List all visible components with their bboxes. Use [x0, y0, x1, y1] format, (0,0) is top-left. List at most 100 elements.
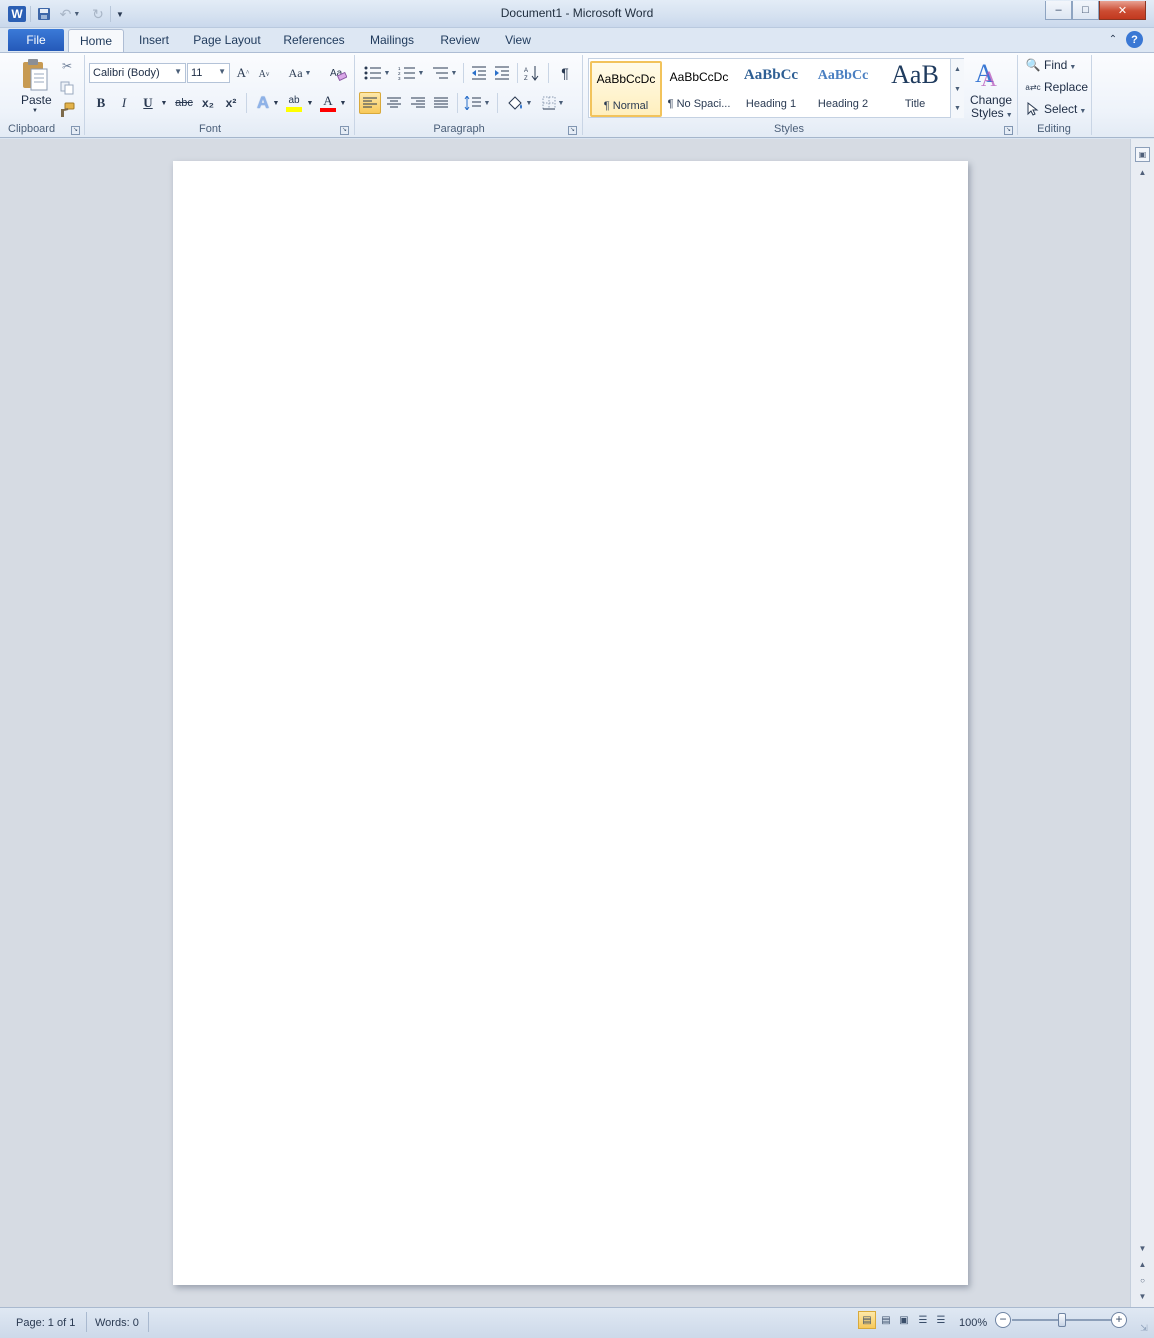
style-no-spacing[interactable]: AaBbCcDc ¶ No Spaci... — [663, 61, 735, 117]
grow-font-icon[interactable]: A ^ — [234, 64, 252, 82]
gallery-scroll-up[interactable]: ▲ — [950, 59, 964, 79]
underline-icon[interactable]: U — [139, 94, 157, 112]
tab-insert[interactable]: Insert — [132, 32, 176, 52]
outline-view-icon[interactable]: ☰ — [914, 1311, 932, 1329]
styles-dialog-launcher[interactable]: ↘ — [1004, 126, 1013, 135]
document-page[interactable] — [173, 161, 968, 1285]
decrease-indent-icon[interactable] — [469, 64, 489, 82]
tab-references[interactable]: References — [280, 32, 348, 52]
svg-text:3: 3 — [398, 76, 401, 80]
page-count-status[interactable]: Page: 1 of 1 — [9, 1313, 82, 1333]
numbering-icon[interactable]: 1 2 3 ▼ — [396, 64, 426, 82]
strikethrough-icon[interactable]: abc — [174, 94, 194, 112]
window-title: Document1 - Microsoft Word — [500, 6, 654, 20]
clear-formatting-icon[interactable]: Aa — [328, 64, 348, 82]
previous-page-icon[interactable]: ▲ — [1135, 1257, 1150, 1272]
justify-icon[interactable] — [431, 93, 451, 113]
view-ruler-icon[interactable]: ▣ — [1135, 147, 1150, 162]
font-dialog-launcher[interactable]: ↘ — [340, 126, 349, 135]
shading-icon[interactable]: ▼ — [504, 93, 534, 113]
vertical-scrollbar[interactable]: ▣ ▲ ▼ ▲ ○ ▼ — [1130, 139, 1154, 1307]
shrink-font-icon[interactable]: Av — [256, 65, 272, 83]
web-layout-view-icon[interactable]: ▣ — [895, 1311, 913, 1329]
style-name: ¶ Normal — [603, 100, 649, 112]
superscript-icon[interactable]: x² — [222, 94, 240, 112]
align-right-icon[interactable] — [408, 93, 428, 113]
font-size-value: 11 — [191, 67, 203, 79]
sort-icon[interactable]: AZ — [522, 64, 542, 82]
next-page-icon[interactable]: ▼ — [1135, 1289, 1150, 1304]
select-browse-object-icon[interactable]: ○ — [1135, 1273, 1150, 1288]
select-icon[interactable] — [1024, 101, 1042, 117]
gallery-scroll-down[interactable]: ▼ — [950, 79, 964, 99]
full-screen-reading-view-icon[interactable]: ▤ — [877, 1311, 895, 1329]
paste-button-label[interactable]: Paste — [21, 93, 52, 107]
text-effects-dropdown-icon[interactable]: ▼ — [272, 98, 280, 108]
style-title[interactable]: AaB Title — [879, 60, 951, 117]
font-color-dropdown-icon[interactable]: ▼ — [339, 98, 347, 108]
print-layout-view-icon[interactable]: ▤ — [858, 1311, 876, 1329]
find-button[interactable]: Find ▼ — [1044, 58, 1076, 72]
word-count-status[interactable]: Words: 0 — [88, 1313, 146, 1333]
tab-view[interactable]: View — [500, 32, 536, 52]
paste-dropdown-icon[interactable]: ▼ — [30, 107, 40, 115]
scroll-up-icon[interactable]: ▲ — [1135, 165, 1150, 180]
restore-button[interactable]: □ — [1072, 1, 1099, 20]
select-button[interactable]: Select ▼ — [1044, 102, 1086, 116]
underline-dropdown-icon[interactable]: ▼ — [160, 98, 168, 108]
line-spacing-icon[interactable]: ▼ — [463, 93, 491, 113]
font-family-combo[interactable]: Calibri (Body) ▼ — [89, 63, 186, 83]
subscript-icon[interactable]: x₂ — [199, 94, 217, 112]
title-bar: W ↶ ▼ ↻ ▼ Document1 - Microsoft Word – □ … — [0, 0, 1154, 28]
highlight-dropdown-icon[interactable]: ▼ — [306, 98, 314, 108]
style-preview: AaBbCcDc — [669, 70, 729, 84]
zoom-in-icon[interactable]: + — [1111, 1312, 1127, 1328]
close-button[interactable]: ✕ — [1099, 1, 1146, 20]
tab-mailings[interactable]: Mailings — [364, 32, 420, 52]
scroll-down-icon[interactable]: ▼ — [1135, 1241, 1150, 1256]
change-styles-label[interactable]: Change — [970, 93, 1012, 107]
help-icon[interactable]: ? — [1126, 31, 1143, 48]
tab-file[interactable]: File — [8, 29, 64, 51]
cut-icon[interactable]: ✂ — [58, 57, 76, 75]
change-styles-icon[interactable]: AA — [972, 57, 1006, 91]
italic-icon[interactable]: I — [115, 94, 133, 112]
zoom-slider-thumb[interactable] — [1058, 1313, 1066, 1327]
change-case-icon[interactable]: Aa ▼ — [287, 64, 313, 82]
font-color-icon[interactable]: A — [318, 93, 338, 113]
style-heading-1[interactable]: AaBbCc Heading 1 — [735, 61, 807, 117]
align-center-icon[interactable] — [384, 93, 404, 113]
increase-indent-icon[interactable] — [492, 64, 512, 82]
highlight-icon[interactable]: ab — [284, 93, 304, 113]
multilevel-list-icon[interactable]: ▼ — [430, 64, 458, 82]
bold-icon[interactable]: B — [92, 94, 110, 112]
draft-view-icon[interactable]: ☰ — [932, 1311, 950, 1329]
replace-button[interactable]: Replace — [1044, 80, 1088, 94]
resize-grip-icon[interactable]: ⇲ — [1138, 1322, 1150, 1334]
copy-icon[interactable] — [58, 79, 76, 97]
tab-review[interactable]: Review — [436, 32, 484, 52]
bullets-icon[interactable]: ▼ — [362, 64, 392, 82]
style-heading-2[interactable]: AaBbCc Heading 2 — [807, 61, 879, 117]
show-hide-icon[interactable]: ¶ — [556, 64, 574, 82]
clipboard-dialog-launcher[interactable]: ↘ — [71, 126, 80, 135]
minimize-button[interactable]: – — [1045, 1, 1072, 20]
zoom-out-icon[interactable]: − — [995, 1312, 1011, 1328]
style-normal[interactable]: AaBbCcDc ¶ Normal — [590, 61, 662, 117]
tab-page-layout[interactable]: Page Layout — [190, 32, 264, 52]
tab-home[interactable]: Home — [68, 29, 124, 53]
paragraph-dialog-launcher[interactable]: ↘ — [568, 126, 577, 135]
align-left-icon[interactable] — [359, 92, 381, 114]
change-styles-label-2[interactable]: Styles ▼ — [971, 106, 1013, 120]
font-size-combo[interactable]: 11 ▼ — [187, 63, 230, 83]
clipboard-group-label: Clipboard — [8, 123, 56, 135]
replace-icon[interactable]: a⇄c — [1024, 79, 1042, 95]
minimize-ribbon-icon[interactable]: ⌃ — [1106, 32, 1120, 46]
paste-icon[interactable] — [20, 57, 50, 93]
format-painter-icon[interactable] — [58, 101, 76, 119]
find-icon[interactable]: 🔍 — [1024, 57, 1042, 73]
borders-icon[interactable]: ▼ — [538, 93, 568, 113]
text-effects-icon[interactable]: A — [253, 93, 273, 113]
gallery-more[interactable]: ▼ — [950, 99, 964, 118]
zoom-level-button[interactable]: 100% — [952, 1313, 994, 1333]
